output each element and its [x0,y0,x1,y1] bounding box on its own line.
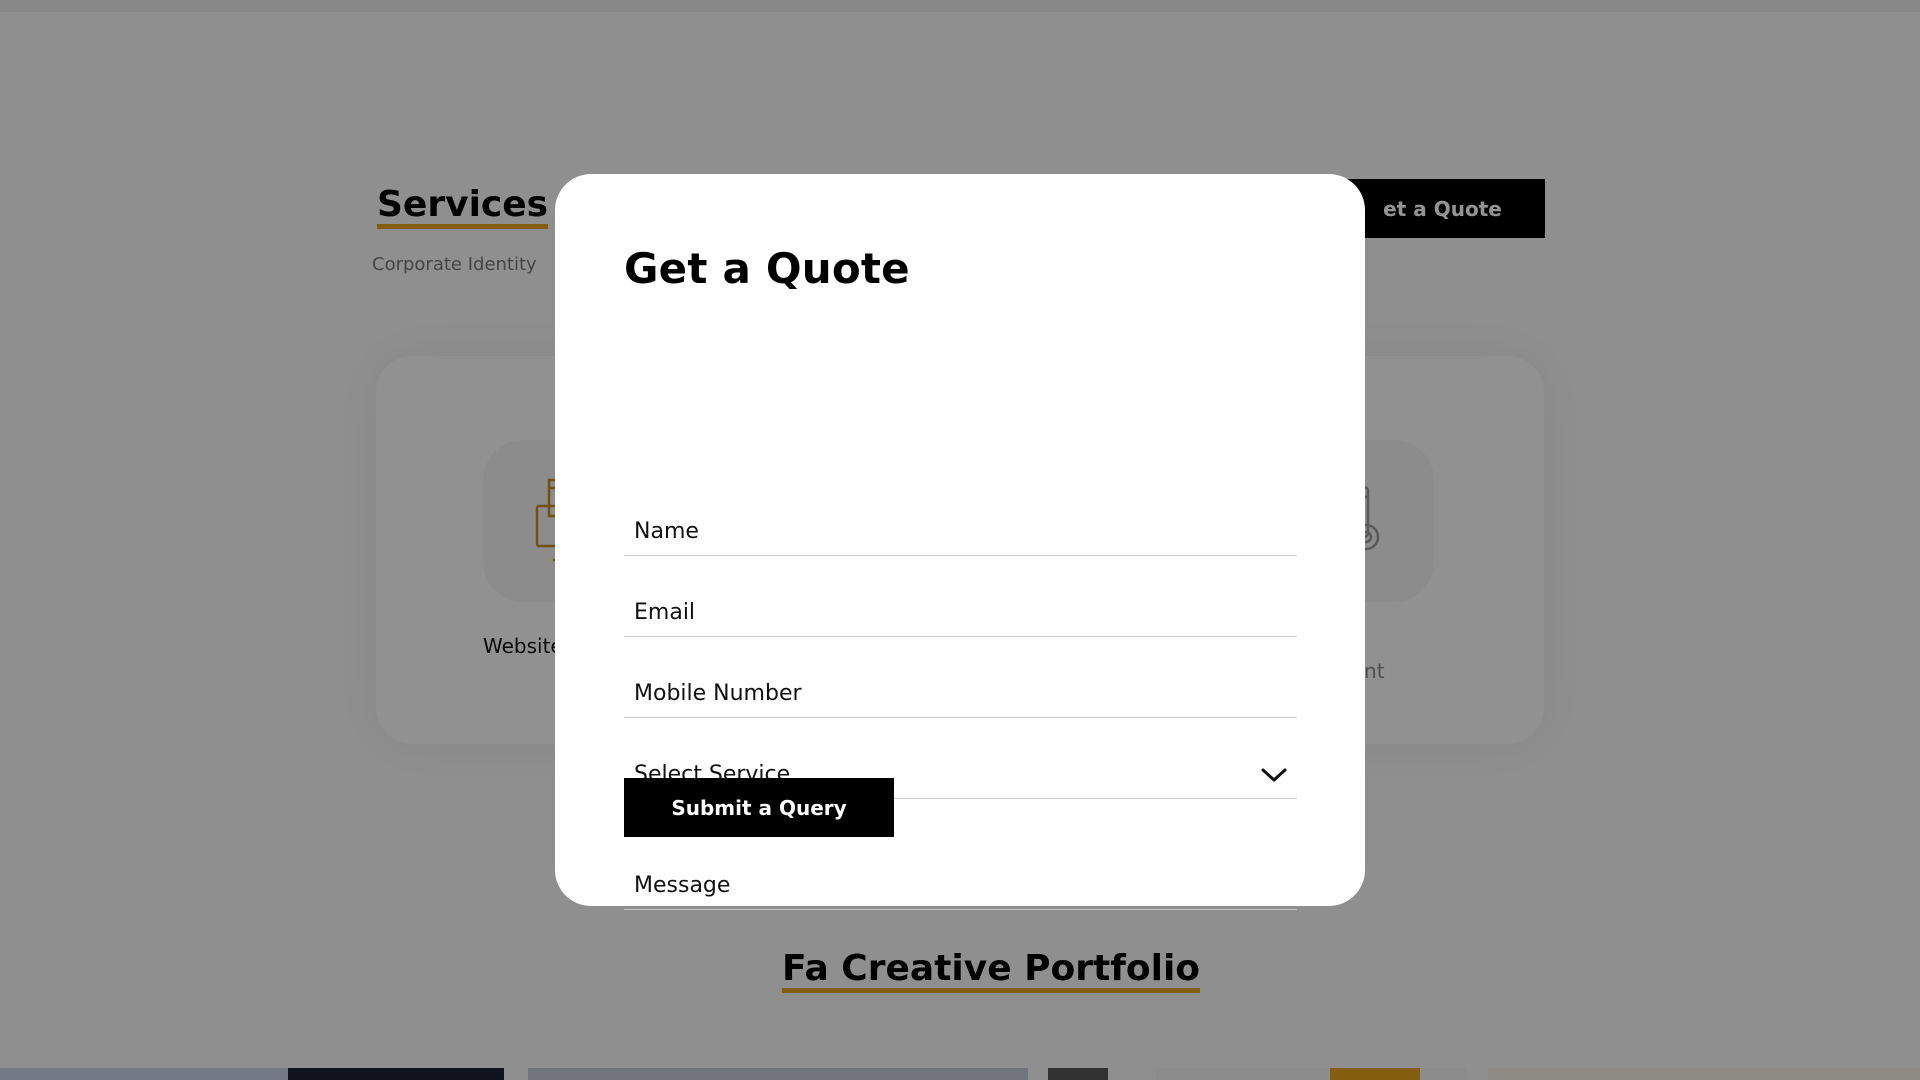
submit-query-label: Submit a Query [671,795,847,820]
mobile-number-input[interactable] [634,670,1297,717]
name-input[interactable] [634,508,1297,555]
get-quote-modal: Get a Quote Select Service Submit a Quer… [555,174,1365,910]
message-input[interactable] [634,862,1297,909]
submit-query-button[interactable]: Submit a Query [624,778,894,837]
email-field[interactable] [624,589,1297,637]
name-field[interactable] [624,508,1297,556]
email-input[interactable] [634,589,1297,636]
message-field[interactable] [624,862,1297,910]
modal-title: Get a Quote [624,244,910,293]
mobile-field[interactable] [624,670,1297,718]
chevron-down-icon [1261,768,1287,781]
